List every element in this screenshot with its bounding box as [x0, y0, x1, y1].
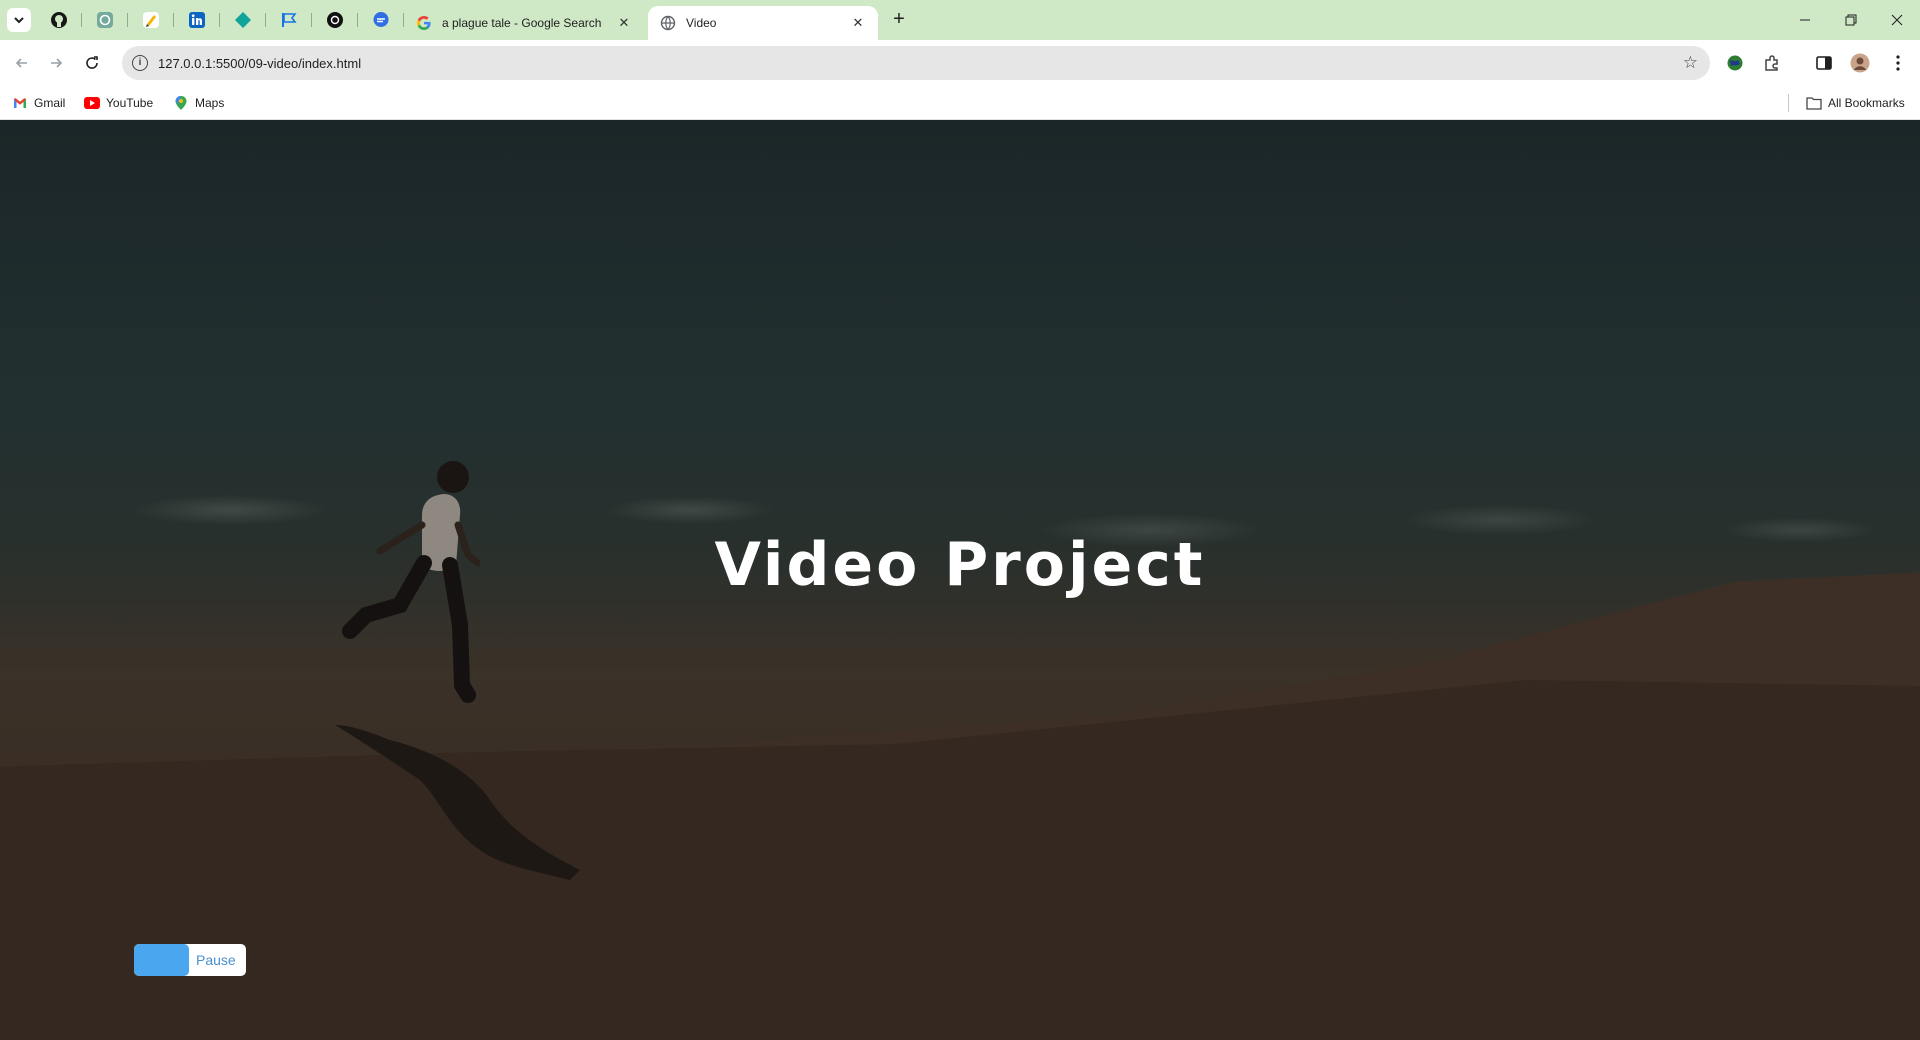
pinned-tab-openai[interactable]: [312, 0, 358, 40]
restore-icon: [1845, 14, 1857, 26]
chevron-down-icon: [14, 17, 24, 24]
bookmark-label: Gmail: [34, 96, 66, 110]
forward-arrow-icon: [51, 58, 63, 68]
tab-strip: a plague tale - Google Search ✕ Video ✕ …: [0, 0, 1920, 40]
pinned-tab-github[interactable]: [36, 0, 82, 40]
page-title: Video Project: [714, 530, 1206, 600]
maps-icon: [173, 95, 189, 111]
reload-icon: [86, 56, 98, 69]
globe-icon: [660, 15, 676, 31]
bookmark-label: Maps: [195, 96, 225, 110]
site-info-icon[interactable]: i: [132, 55, 148, 71]
bookmark-star-icon[interactable]: ☆: [1683, 53, 1698, 73]
close-icon[interactable]: ✕: [850, 15, 866, 31]
github-icon: [51, 12, 67, 28]
bookmark-gmail[interactable]: Gmail: [12, 94, 65, 112]
youtube-icon: [84, 95, 100, 111]
minimize-button[interactable]: [1782, 0, 1828, 40]
tab-title: a plague tale - Google Search: [442, 16, 602, 30]
bookmark-youtube[interactable]: YouTube: [84, 94, 153, 112]
runner-shadow: [335, 725, 580, 880]
bookmarks-divider: [1788, 94, 1789, 112]
pencil-app-icon: [143, 12, 159, 28]
forward-button[interactable]: [42, 49, 70, 77]
menu-kebab-icon[interactable]: [1886, 51, 1910, 75]
url-text[interactable]: 127.0.0.1:5500/09-video/index.html: [158, 56, 361, 71]
button-accent-fill: [134, 944, 189, 976]
chatgpt-icon: [97, 12, 113, 28]
back-arrow-icon: [15, 58, 27, 68]
video-background: Video Project Pause: [0, 120, 1920, 1040]
video-pause-button[interactable]: Pause: [134, 944, 246, 976]
close-icon: [1891, 14, 1903, 26]
back-button[interactable]: [8, 49, 36, 77]
folder-icon: [1806, 95, 1822, 111]
diamond-app-icon: [235, 12, 251, 28]
pinned-tab-pencil[interactable]: [128, 0, 174, 40]
pinned-tab-diamond[interactable]: [220, 0, 266, 40]
close-icon[interactable]: ✕: [616, 15, 632, 31]
tab-video[interactable]: Video ✕: [648, 6, 878, 40]
profile-avatar[interactable]: [1848, 51, 1872, 75]
all-bookmarks-button[interactable]: All Bookmarks: [1806, 94, 1905, 112]
bookmark-label: YouTube: [106, 96, 154, 110]
extensions-puzzle-icon[interactable]: [1760, 51, 1784, 75]
restore-button[interactable]: [1828, 0, 1874, 40]
gmail-icon: [12, 95, 28, 111]
tab-title: Video: [686, 16, 717, 30]
pinned-tab-flag[interactable]: [266, 0, 312, 40]
tab-google-search[interactable]: a plague tale - Google Search ✕: [404, 6, 644, 40]
all-bookmarks-label: All Bookmarks: [1828, 96, 1905, 110]
minimize-icon: [1800, 19, 1810, 21]
extension-earth-icon[interactable]: [1723, 51, 1747, 75]
address-bar[interactable]: i 127.0.0.1:5500/09-video/index.html ☆: [122, 46, 1710, 80]
side-panel-icon[interactable]: [1812, 51, 1836, 75]
google-icon: [417, 16, 431, 30]
close-window-button[interactable]: [1874, 0, 1920, 40]
browser-toolbar: i 127.0.0.1:5500/09-video/index.html ☆: [0, 40, 1920, 86]
pinned-tab-chatgpt[interactable]: [82, 0, 128, 40]
reload-button[interactable]: [78, 49, 106, 77]
flag-app-icon: [282, 13, 297, 27]
pinned-tab-chat[interactable]: [358, 0, 404, 40]
bookmark-maps[interactable]: Maps: [173, 94, 224, 112]
tab-search-button[interactable]: [7, 8, 31, 32]
pinned-tab-linkedin[interactable]: [174, 0, 220, 40]
linkedin-icon: [189, 12, 205, 28]
openai-icon: [327, 12, 343, 28]
chat-bubble-icon: [373, 12, 389, 27]
pause-label: Pause: [196, 952, 236, 968]
bookmarks-bar: Gmail YouTube Maps All Bookmarks: [0, 86, 1920, 120]
new-tab-button[interactable]: +: [888, 9, 910, 31]
